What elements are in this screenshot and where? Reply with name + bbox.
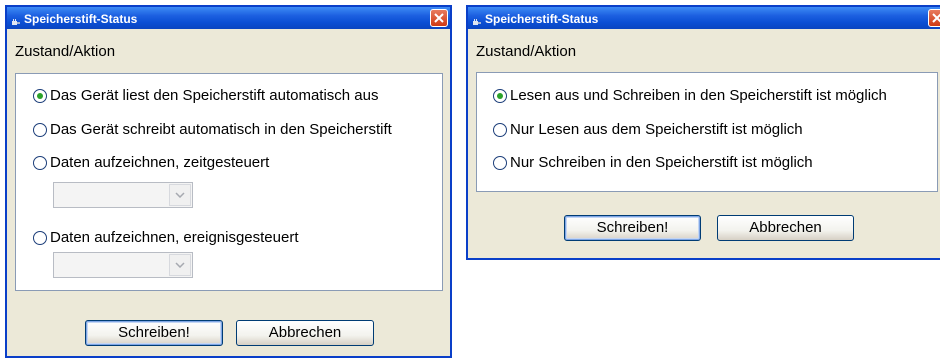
event-select[interactable] xyxy=(53,252,193,278)
radio-button[interactable] xyxy=(33,230,47,245)
write-button[interactable]: Schreiben! xyxy=(85,320,223,346)
write-button[interactable]: Schreiben! xyxy=(564,215,701,241)
chevron-down-icon xyxy=(175,192,185,198)
radio-button[interactable] xyxy=(493,155,507,170)
radio-button[interactable] xyxy=(493,88,507,103)
section-label: Zustand/Aktion xyxy=(15,43,116,60)
cancel-button[interactable]: Abbrechen xyxy=(236,320,374,346)
title-bar: Speicherstift-Status xyxy=(468,7,940,29)
chevron-down-icon xyxy=(175,262,185,268)
option-record-event[interactable]: Daten aufzeichnen, ereignisgesteuert xyxy=(33,229,299,246)
option-auto-write[interactable]: Das Gerät schreibt automatisch in den Sp… xyxy=(33,121,392,138)
dropdown-button[interactable] xyxy=(169,184,191,206)
title-bar: Speicherstift-Status xyxy=(7,7,450,29)
close-icon xyxy=(932,13,940,23)
option-record-timed[interactable]: Daten aufzeichnen, zeitgesteuert xyxy=(33,154,269,171)
option-label: Das Gerät schreibt automatisch in den Sp… xyxy=(50,121,392,138)
dialog-left: Speicherstift-Status Zustand/Aktion Das … xyxy=(5,5,452,358)
option-label: Nur Schreiben in den Speicherstift ist m… xyxy=(510,154,813,171)
app-plug-icon xyxy=(11,13,21,25)
option-label: Nur Lesen aus dem Speicherstift ist mögl… xyxy=(510,121,803,138)
dropdown-button[interactable] xyxy=(169,254,191,276)
option-read-write[interactable]: Lesen aus und Schreiben in den Speichers… xyxy=(493,87,887,104)
close-icon xyxy=(434,13,444,23)
radio-button[interactable] xyxy=(33,122,47,137)
option-auto-read[interactable]: Das Gerät liest den Speicherstift automa… xyxy=(33,87,379,104)
option-label: Das Gerät liest den Speicherstift automa… xyxy=(50,87,379,104)
option-write-only[interactable]: Nur Schreiben in den Speicherstift ist m… xyxy=(493,154,813,171)
window-title: Speicherstift-Status xyxy=(24,11,138,26)
close-button[interactable] xyxy=(928,9,940,27)
option-read-only[interactable]: Nur Lesen aus dem Speicherstift ist mögl… xyxy=(493,121,803,138)
section-label: Zustand/Aktion xyxy=(476,43,577,60)
dialog-right: Speicherstift-Status Zustand/Aktion Lese… xyxy=(466,5,940,260)
window-title: Speicherstift-Status xyxy=(485,11,599,26)
radio-button[interactable] xyxy=(33,155,47,170)
time-interval-select[interactable] xyxy=(53,182,193,208)
option-label: Lesen aus und Schreiben in den Speichers… xyxy=(510,87,887,104)
cancel-button[interactable]: Abbrechen xyxy=(717,215,854,241)
app-plug-icon xyxy=(472,13,482,25)
radio-button[interactable] xyxy=(33,88,47,103)
radio-button[interactable] xyxy=(493,122,507,137)
option-label: Daten aufzeichnen, ereignisgesteuert xyxy=(50,229,299,246)
close-button[interactable] xyxy=(430,9,448,27)
option-label: Daten aufzeichnen, zeitgesteuert xyxy=(50,154,270,171)
